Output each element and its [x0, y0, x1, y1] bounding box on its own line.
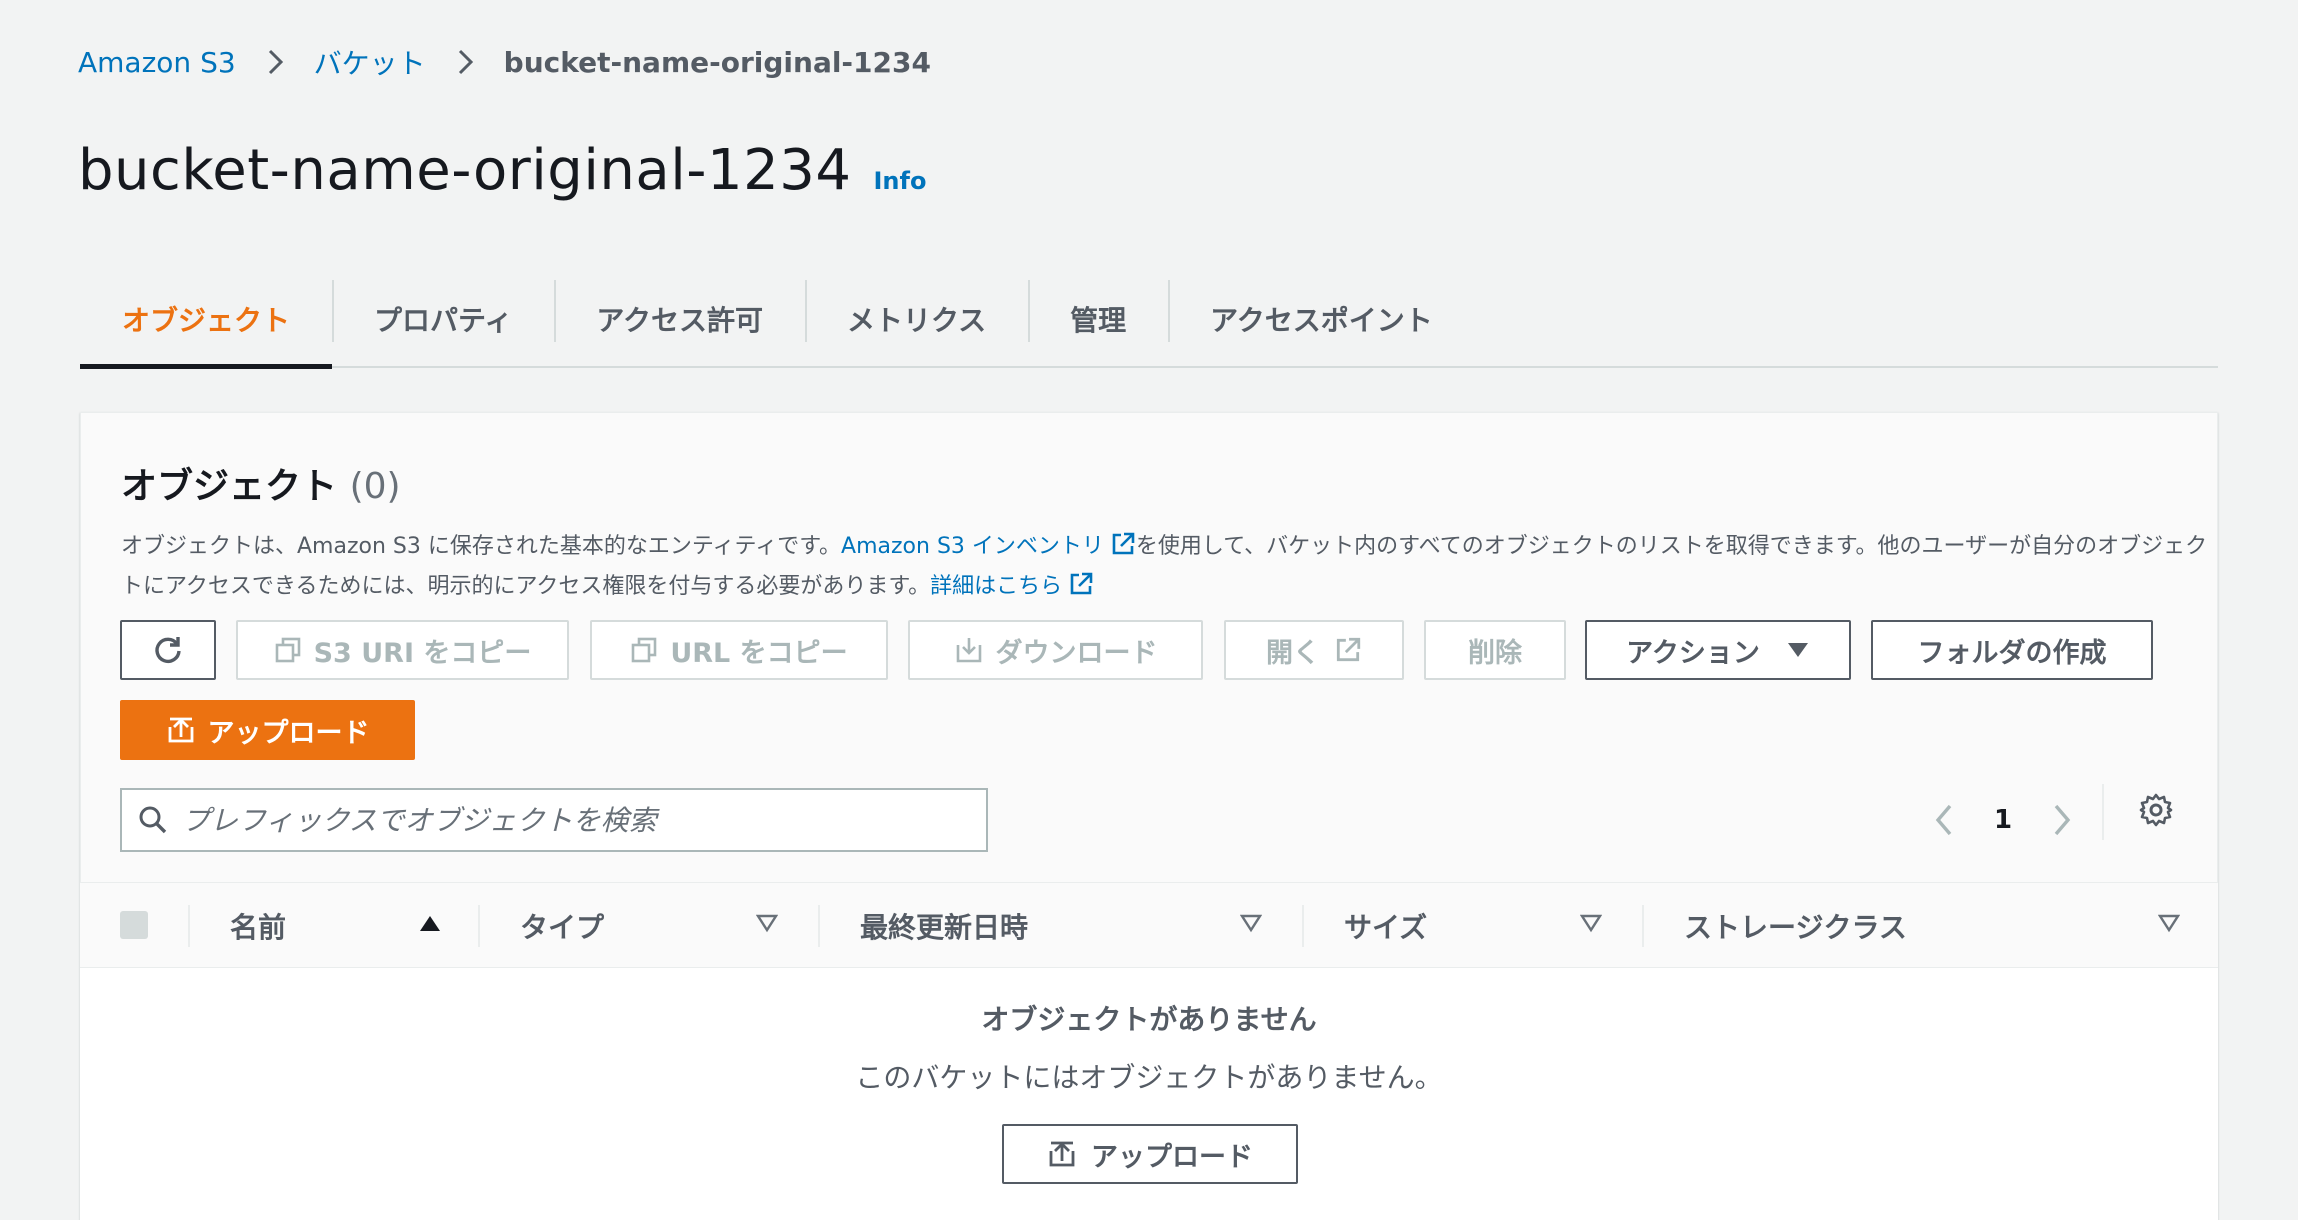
info-link[interactable]: Info — [873, 167, 926, 195]
upload-label: アップロード — [207, 717, 370, 749]
upload-icon — [168, 717, 193, 743]
delete-button[interactable]: 削除 — [1424, 620, 1566, 680]
upload-button[interactable]: アップロード — [120, 700, 415, 760]
download-label: ダウンロード — [995, 637, 1158, 669]
chevron-left-icon[interactable] — [1930, 802, 1958, 838]
external-link-icon[interactable] — [1068, 571, 1094, 597]
refresh-button[interactable] — [120, 620, 216, 680]
search-icon — [139, 806, 167, 834]
tab-metrics[interactable]: メトリクス — [804, 272, 1028, 366]
column-divider — [188, 905, 190, 947]
breadcrumb-amazon-s3[interactable]: Amazon S3 — [78, 46, 236, 79]
column-last-modified[interactable]: 最終更新日時 — [860, 883, 1028, 969]
delete-label: 削除 — [1468, 637, 1522, 669]
sort-icon[interactable] — [756, 913, 778, 933]
sort-ascending-icon[interactable] — [418, 913, 442, 933]
s3-bucket-page: Amazon S3 バケット bucket-name-original-1234… — [0, 0, 2298, 1220]
learn-more-link[interactable]: 詳細はこちら — [930, 574, 1062, 599]
copy-icon — [275, 637, 300, 663]
column-type[interactable]: タイプ — [520, 883, 604, 969]
tab-bar: オブジェクト プロパティ アクセス許可 メトリクス 管理 アクセスポイント — [80, 272, 2218, 369]
external-link-icon[interactable] — [1110, 531, 1136, 557]
sort-icon[interactable] — [1240, 913, 1262, 933]
tab-management[interactable]: 管理 — [1028, 272, 1168, 366]
empty-state-title: オブジェクトがありません — [981, 1003, 1317, 1036]
create-folder-button[interactable]: フォルダの作成 — [1871, 620, 2153, 680]
page-header: bucket-name-original-1234 Info — [78, 138, 926, 203]
table-header: 名前 タイプ 最終更新日時 サイズ ストレージクラス — [80, 882, 2218, 968]
actions-dropdown-button[interactable]: アクション — [1585, 620, 1851, 680]
objects-description: オブジェクトは、Amazon S3 に保存された基本的なエンティティです。Ama… — [121, 527, 2221, 607]
chevron-right-icon — [458, 49, 473, 75]
tab-access-points[interactable]: アクセスポイント — [1168, 272, 1475, 366]
create-folder-label: フォルダの作成 — [1917, 637, 2107, 669]
chevron-right-icon — [268, 49, 283, 75]
breadcrumb-buckets[interactable]: バケット — [314, 42, 426, 82]
objects-heading: オブジェクト (0) — [121, 457, 2177, 509]
select-all-checkbox[interactable] — [120, 911, 148, 939]
pagination: 1 — [1930, 788, 2076, 852]
empty-state-upload-button[interactable]: アップロード — [1002, 1124, 1298, 1184]
download-button[interactable]: ダウンロード — [908, 620, 1203, 680]
column-divider — [1642, 905, 1644, 947]
external-link-icon — [1336, 637, 1361, 662]
actions-label: アクション — [1626, 637, 1760, 669]
column-divider — [818, 905, 820, 947]
copy-url-button[interactable]: URL をコピー — [590, 620, 888, 680]
open-label: 開く — [1266, 637, 1320, 669]
copy-s3-uri-button[interactable]: S3 URI をコピー — [236, 620, 569, 680]
copy-icon — [632, 637, 657, 663]
search-box — [120, 788, 988, 852]
column-size[interactable]: サイズ — [1344, 883, 1427, 969]
breadcrumb: Amazon S3 バケット bucket-name-original-1234 — [78, 42, 931, 82]
tab-properties[interactable]: プロパティ — [332, 272, 554, 366]
objects-title: オブジェクト — [121, 466, 338, 507]
caret-down-icon — [1787, 643, 1808, 657]
refresh-icon — [155, 637, 181, 664]
open-button[interactable]: 開く — [1224, 620, 1404, 680]
page-title: bucket-name-original-1234 — [78, 138, 852, 203]
download-icon — [956, 638, 981, 663]
sort-icon[interactable] — [2158, 913, 2180, 933]
inventory-link[interactable]: Amazon S3 インベントリ — [841, 534, 1104, 559]
tab-permissions[interactable]: アクセス許可 — [554, 272, 805, 366]
objects-panel-header: オブジェクト (0) オブジェクトは、Amazon S3 に保存された基本的なエ… — [81, 413, 2217, 607]
gear-icon[interactable] — [2138, 792, 2174, 828]
chevron-right-icon[interactable] — [2048, 802, 2076, 838]
empty-state-description: このバケットにはオブジェクトがありません。 — [855, 1061, 1443, 1094]
column-divider — [1302, 905, 1304, 947]
sort-icon[interactable] — [1580, 913, 1602, 933]
pagination-divider — [2102, 784, 2104, 840]
upload-icon — [1049, 1141, 1075, 1167]
breadcrumb-current-bucket: bucket-name-original-1234 — [503, 45, 931, 79]
column-storage-class[interactable]: ストレージクラス — [1684, 883, 1907, 969]
column-name[interactable]: 名前 — [230, 883, 286, 969]
table-body: オブジェクトがありません このバケットにはオブジェクトがありません。 アップロー… — [80, 968, 2218, 1220]
copy-s3-uri-label: S3 URI をコピー — [313, 637, 532, 669]
description-text: オブジェクトは、Amazon S3 に保存された基本的なエンティティです。 — [121, 534, 842, 559]
column-divider — [478, 905, 480, 947]
copy-url-label: URL をコピー — [670, 637, 848, 669]
objects-count: (0) — [349, 466, 401, 507]
tab-objects[interactable]: オブジェクト — [80, 272, 333, 369]
page-number[interactable]: 1 — [1994, 805, 2012, 835]
empty-state-upload-label: アップロード — [1091, 1141, 1253, 1173]
search-input[interactable] — [182, 803, 942, 837]
